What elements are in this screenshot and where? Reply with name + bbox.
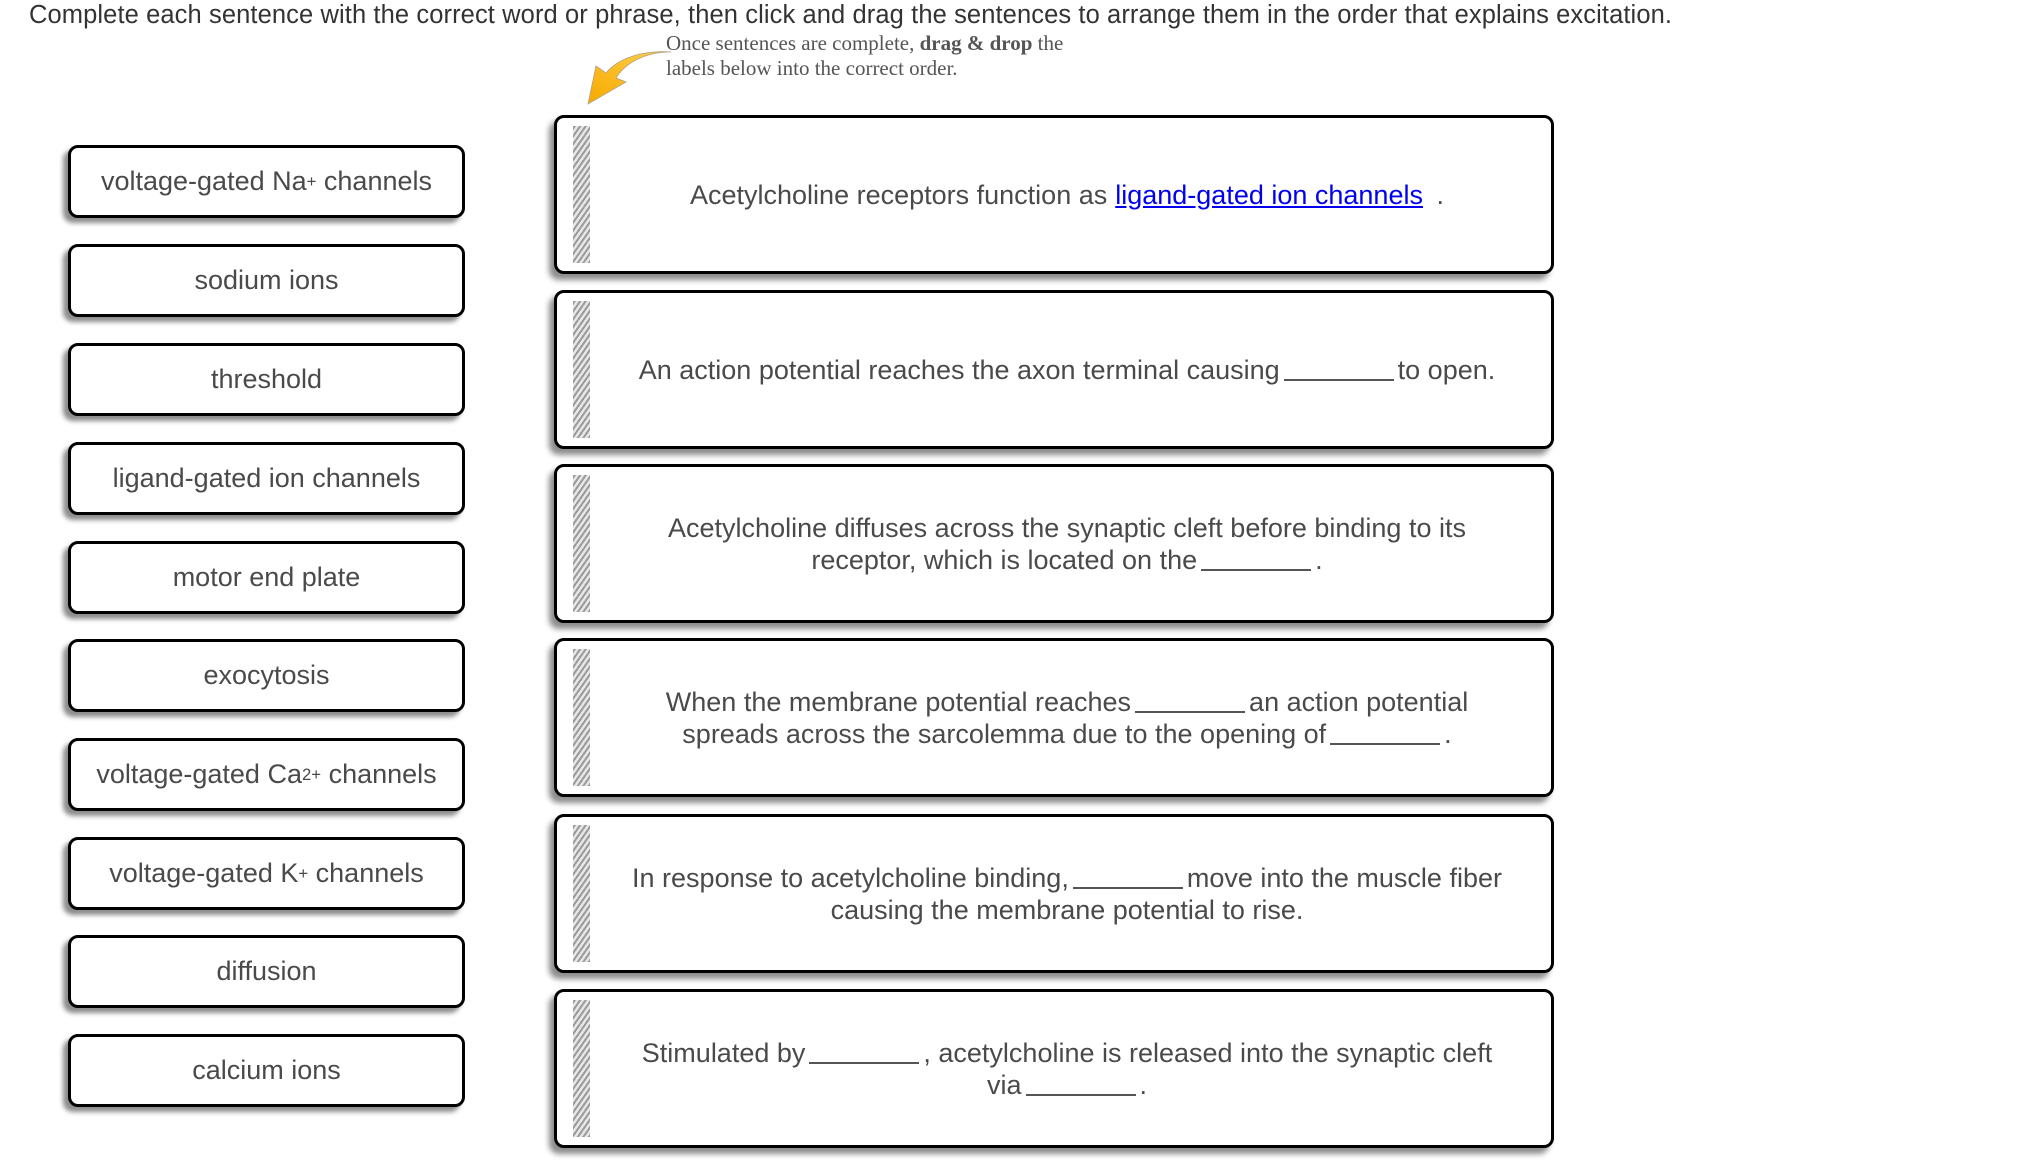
label-text: voltage-gated K — [109, 858, 299, 888]
blank-drop-target[interactable] — [809, 1040, 920, 1064]
sentence-text: When the membrane potential reaches an ac… — [603, 686, 1531, 750]
sentence-part: . — [1139, 1069, 1148, 1100]
sentence-part: Stimulated by — [641, 1037, 806, 1068]
label-text: voltage-gated Ca — [96, 759, 302, 789]
blank-drop-target[interactable] — [1135, 689, 1246, 713]
sentence-part: spreads across the sarcolemma due to the… — [682, 718, 1327, 749]
sentence-card[interactable]: An action potential reaches the axon ter… — [554, 290, 1554, 449]
draggable-label[interactable]: voltage-gated Ca 2+ channels — [68, 738, 465, 811]
sentence-line: receptor, which is located on the. — [603, 544, 1531, 576]
drag-handle-icon[interactable] — [573, 1000, 590, 1137]
draggable-label[interactable]: ligand-gated ion channels — [68, 442, 465, 515]
hint-text-line2: labels below into the correct order. — [666, 56, 958, 80]
label-text: channels — [321, 759, 437, 789]
sentence-line: causing the membrane potential to rise. — [830, 894, 1304, 925]
draggable-label[interactable]: diffusion — [68, 935, 465, 1008]
drag-handle-icon[interactable] — [573, 126, 590, 263]
label-text: motor end plate — [172, 562, 361, 592]
sentence-card[interactable]: Acetylcholine diffuses across the synapt… — [554, 464, 1554, 623]
hint-text-bold: drag & drop — [919, 31, 1033, 55]
sentence-card[interactable]: In response to acetylcholine binding, mov… — [554, 814, 1554, 973]
sentence-part: In response to acetylcholine binding, — [632, 862, 1069, 893]
label-text: exocytosis — [203, 660, 330, 690]
label-text: diffusion — [216, 956, 317, 986]
draggable-label[interactable]: sodium ions — [68, 244, 465, 317]
label-text: voltage-gated Na — [100, 166, 307, 196]
sentence-part: via — [986, 1069, 1022, 1100]
drag-handle-icon[interactable] — [573, 301, 590, 438]
sentence-part: , acetylcholine is released into the syn… — [923, 1037, 1493, 1068]
blank-drop-target[interactable] — [1201, 547, 1312, 571]
sentence-text: In response to acetylcholine binding, mov… — [603, 862, 1531, 926]
sentence-line: When the membrane potential reaches an ac… — [603, 686, 1531, 718]
sentence-part: Acetylcholine receptors function as — [690, 179, 1108, 210]
label-text: channels — [316, 166, 432, 196]
blank-drop-target[interactable] — [1283, 357, 1394, 381]
draggable-label[interactable]: threshold — [68, 343, 465, 416]
sentence-part: an action potential — [1249, 686, 1469, 717]
drag-handle-icon[interactable] — [573, 475, 590, 612]
hint-text-part: Once sentences are complete, — [666, 31, 915, 55]
hint-text: Once sentences are complete, drag & drop… — [666, 31, 1063, 81]
sentence-card[interactable]: Acetylcholine receptors function as ligan… — [554, 115, 1554, 274]
blank-drop-target[interactable] — [1025, 1072, 1136, 1096]
sentence-card[interactable]: Stimulated by , acetylcholine is released… — [554, 989, 1554, 1148]
instructions-header: Complete each sentence with the correct … — [29, 1, 1673, 29]
sentence-part: . — [1315, 544, 1323, 575]
sentence-text: Stimulated by , acetylcholine is released… — [603, 1037, 1531, 1101]
sentence-part: to open. — [1397, 354, 1496, 385]
curved-arrow-icon — [587, 51, 672, 105]
draggable-label[interactable]: voltage-gated Na + channels — [68, 145, 465, 218]
label-text: threshold — [210, 364, 323, 394]
sentence-line: Stimulated by , acetylcholine is released… — [603, 1037, 1531, 1069]
drag-handle-icon[interactable] — [573, 649, 590, 786]
sentence-part: . — [1428, 179, 1444, 210]
draggable-label[interactable]: voltage-gated K + channels — [68, 837, 465, 910]
label-text: calcium ions — [192, 1055, 341, 1085]
sentence-text: An action potential reaches the axon ter… — [603, 354, 1531, 386]
draggable-label[interactable]: calcium ions — [68, 1034, 465, 1107]
sentence-line: via. — [603, 1069, 1531, 1101]
blank-drop-target[interactable] — [1072, 865, 1183, 889]
filled-blank[interactable]: ligand-gated ion channels — [1115, 180, 1423, 210]
sentence-line: In response to acetylcholine binding, mov… — [603, 862, 1531, 894]
draggable-label[interactable]: motor end plate — [68, 541, 465, 614]
sentence-text: Acetylcholine receptors function as ligan… — [603, 179, 1531, 211]
sentence-part: . — [1444, 718, 1452, 749]
label-text: channels — [308, 858, 424, 888]
label-text: ligand-gated ion channels — [112, 463, 421, 493]
hint-text-part: the — [1037, 31, 1064, 55]
blank-drop-target[interactable] — [1330, 721, 1441, 745]
drag-handle-icon[interactable] — [573, 825, 590, 962]
sentence-line: Acetylcholine diffuses across the synapt… — [668, 512, 1466, 543]
sentence-card[interactable]: When the membrane potential reaches an ac… — [554, 638, 1554, 797]
drag-hint: Once sentences are complete, drag & drop… — [586, 30, 1206, 110]
sentence-line: spreads across the sarcolemma due to the… — [603, 718, 1531, 750]
sentence-part: When the membrane potential reaches — [665, 686, 1132, 717]
draggable-label[interactable]: exocytosis — [68, 639, 465, 712]
sentence-part: move into the muscle fiber — [1186, 862, 1502, 893]
label-text: sodium ions — [194, 265, 339, 295]
sentence-part: An action potential reaches the axon ter… — [638, 354, 1280, 385]
sentence-part: receptor, which is located on the — [811, 544, 1198, 575]
sentence-text: Acetylcholine diffuses across the synapt… — [603, 512, 1531, 576]
